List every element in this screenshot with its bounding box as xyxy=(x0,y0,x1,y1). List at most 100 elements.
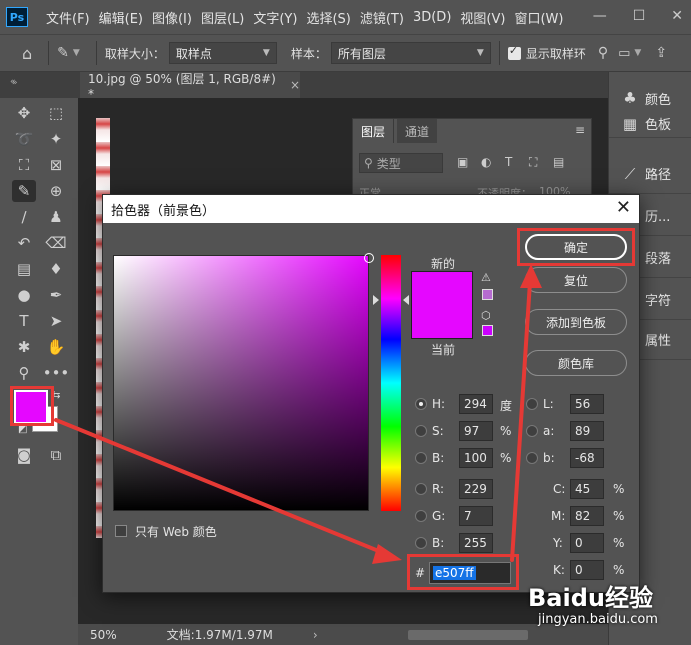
gradient-tool-icon[interactable]: ▤ xyxy=(12,258,36,280)
reset-button[interactable]: 复位 xyxy=(525,267,627,293)
input-s[interactable]: 97 xyxy=(459,421,493,441)
hue-slider-right-arrow[interactable] xyxy=(403,295,409,305)
workspace-icon[interactable]: ▭ xyxy=(618,46,630,61)
screen-mode-icon[interactable]: ⧉ xyxy=(44,444,68,466)
web-safe-color-swatch[interactable] xyxy=(482,325,493,336)
quick-mask-icon[interactable]: ◙ xyxy=(12,444,36,466)
blur-tool-icon[interactable]: ♦ xyxy=(44,258,68,280)
marquee-tool-icon[interactable]: ⬚ xyxy=(44,102,68,124)
hue-slider[interactable] xyxy=(381,255,401,511)
maximize-button[interactable]: ☐ xyxy=(633,8,646,24)
lasso-tool-icon[interactable]: ➰ xyxy=(12,128,36,150)
eyedropper-tool-icon[interactable]: ✎ xyxy=(57,45,69,61)
magic-wand-tool-icon[interactable]: ✦ xyxy=(44,128,68,150)
adjustment-filter-icon[interactable]: ◐ xyxy=(481,155,491,169)
input-g[interactable]: 7 xyxy=(459,506,493,526)
panel-menu-icon[interactable]: ≡ xyxy=(575,123,585,137)
smart-object-filter-icon[interactable]: ▤ xyxy=(553,155,564,169)
pen-tool-icon[interactable]: ✒ xyxy=(44,284,68,306)
chevron-down-icon[interactable]: ▼ xyxy=(634,48,641,58)
collapse-toolbox-icon[interactable]: » xyxy=(12,78,18,88)
home-icon[interactable]: ⌂ xyxy=(22,44,32,63)
input-b-brightness[interactable]: 100 xyxy=(459,448,493,468)
input-c[interactable]: 45 xyxy=(570,479,604,499)
type-tool-icon[interactable]: T xyxy=(12,310,36,332)
horizontal-scrollbar[interactable] xyxy=(407,629,528,640)
crop-tool-icon[interactable]: ⛶ xyxy=(12,154,36,176)
stamp-tool-icon[interactable]: ♟ xyxy=(44,206,68,228)
dock-item-paths[interactable]: ⟋ 路径 xyxy=(609,154,691,194)
menu-view[interactable]: 视图(V) xyxy=(460,8,505,27)
input-m[interactable]: 82 xyxy=(570,506,604,526)
input-a[interactable]: 89 xyxy=(570,421,604,441)
input-b-blue[interactable]: 255 xyxy=(459,533,493,553)
menu-select[interactable]: 选择(S) xyxy=(306,8,350,27)
eyedropper-tool-icon[interactable]: ✎ xyxy=(12,180,36,202)
spot-healing-tool-icon[interactable]: ⊕ xyxy=(44,180,68,202)
minimize-button[interactable]: — xyxy=(593,8,607,24)
close-icon[interactable]: ✕ xyxy=(616,197,631,218)
image-filter-icon[interactable]: ▣ xyxy=(457,155,468,169)
radio-l[interactable] xyxy=(526,398,538,410)
sample-select[interactable]: 所有图层 ▼ xyxy=(330,42,491,64)
close-window-button[interactable]: ✕ xyxy=(671,8,683,24)
radio-b-lab[interactable] xyxy=(526,452,538,464)
radio-b-blue[interactable] xyxy=(415,537,427,549)
menu-file[interactable]: 文件(F) xyxy=(46,8,90,27)
dock-item-color[interactable]: ♣ 颜色 xyxy=(609,86,691,110)
move-tool-icon[interactable]: ✥ xyxy=(12,102,36,124)
color-libraries-button[interactable]: 颜色库 xyxy=(525,350,627,376)
add-to-swatches-button[interactable]: 添加到色板 xyxy=(525,309,627,335)
input-k[interactable]: 0 xyxy=(570,560,604,580)
close-tab-icon[interactable]: × xyxy=(290,78,300,92)
menu-image[interactable]: 图像(I) xyxy=(152,8,192,27)
color-field-cursor[interactable] xyxy=(364,253,374,263)
type-filter-icon[interactable]: T xyxy=(505,155,512,169)
layer-filter-select[interactable]: ⚲ 类型 xyxy=(359,153,443,173)
share-icon[interactable]: ⇪ xyxy=(655,45,667,61)
hand-tool-icon[interactable]: ✋ xyxy=(44,336,68,358)
radio-a[interactable] xyxy=(526,425,538,437)
frame-tool-icon[interactable]: ⊠ xyxy=(44,154,68,176)
radio-h[interactable] xyxy=(415,398,427,410)
tab-channels[interactable]: 通道 xyxy=(397,119,438,143)
dialog-title-bar[interactable]: 拾色器（前景色） ✕ xyxy=(103,195,639,223)
input-y[interactable]: 0 xyxy=(570,533,604,553)
current-color-swatch[interactable] xyxy=(411,305,473,339)
radio-b-brightness[interactable] xyxy=(415,452,427,464)
menu-window[interactable]: 窗口(W) xyxy=(514,8,563,27)
web-colors-only-checkbox[interactable] xyxy=(115,525,127,537)
shape-filter-icon[interactable]: ⛶ xyxy=(529,155,537,170)
path-selection-tool-icon[interactable]: ➤ xyxy=(44,310,68,332)
more-tools-icon[interactable]: ••• xyxy=(43,362,70,384)
search-icon[interactable]: ⚲ xyxy=(598,45,608,61)
input-h[interactable]: 294 xyxy=(459,394,493,414)
input-b-lab[interactable]: -68 xyxy=(570,448,604,468)
document-tab[interactable]: 10.jpg @ 50% (图层 1, RGB/8#) * × xyxy=(80,72,300,101)
dock-item-swatches[interactable]: ▦ 色板 xyxy=(609,110,691,138)
radio-s[interactable] xyxy=(415,425,427,437)
zoom-level[interactable]: 50% xyxy=(90,628,117,642)
history-brush-tool-icon[interactable]: ↶ xyxy=(12,232,36,254)
menu-layer[interactable]: 图层(L) xyxy=(201,8,244,27)
zoom-tool-icon[interactable]: ⚲ xyxy=(12,362,36,384)
gamut-color-swatch[interactable] xyxy=(482,289,493,300)
color-field[interactable] xyxy=(113,253,374,511)
radio-g[interactable] xyxy=(415,510,427,522)
shape-tool-icon[interactable]: ✱ xyxy=(12,336,36,358)
radio-r[interactable] xyxy=(415,483,427,495)
sample-size-select[interactable]: 取样点 ▼ xyxy=(168,42,277,64)
menu-type[interactable]: 文字(Y) xyxy=(253,8,297,27)
status-menu-icon[interactable]: › xyxy=(313,628,318,642)
web-safe-cube-icon[interactable]: ⬡ xyxy=(481,309,491,322)
input-l[interactable]: 56 xyxy=(570,394,604,414)
chevron-down-icon[interactable]: ▼ xyxy=(73,48,80,58)
tab-layers[interactable]: 图层 xyxy=(353,119,395,143)
brush-tool-icon[interactable]: ∕ xyxy=(12,206,36,228)
input-r[interactable]: 229 xyxy=(459,479,493,499)
show-sampling-ring-checkbox[interactable] xyxy=(507,44,521,60)
hue-slider-left-arrow[interactable] xyxy=(373,295,379,305)
dodge-tool-icon[interactable]: ● xyxy=(12,284,36,306)
eraser-tool-icon[interactable]: ⌫ xyxy=(44,232,68,254)
menu-filter[interactable]: 滤镜(T) xyxy=(360,8,404,27)
